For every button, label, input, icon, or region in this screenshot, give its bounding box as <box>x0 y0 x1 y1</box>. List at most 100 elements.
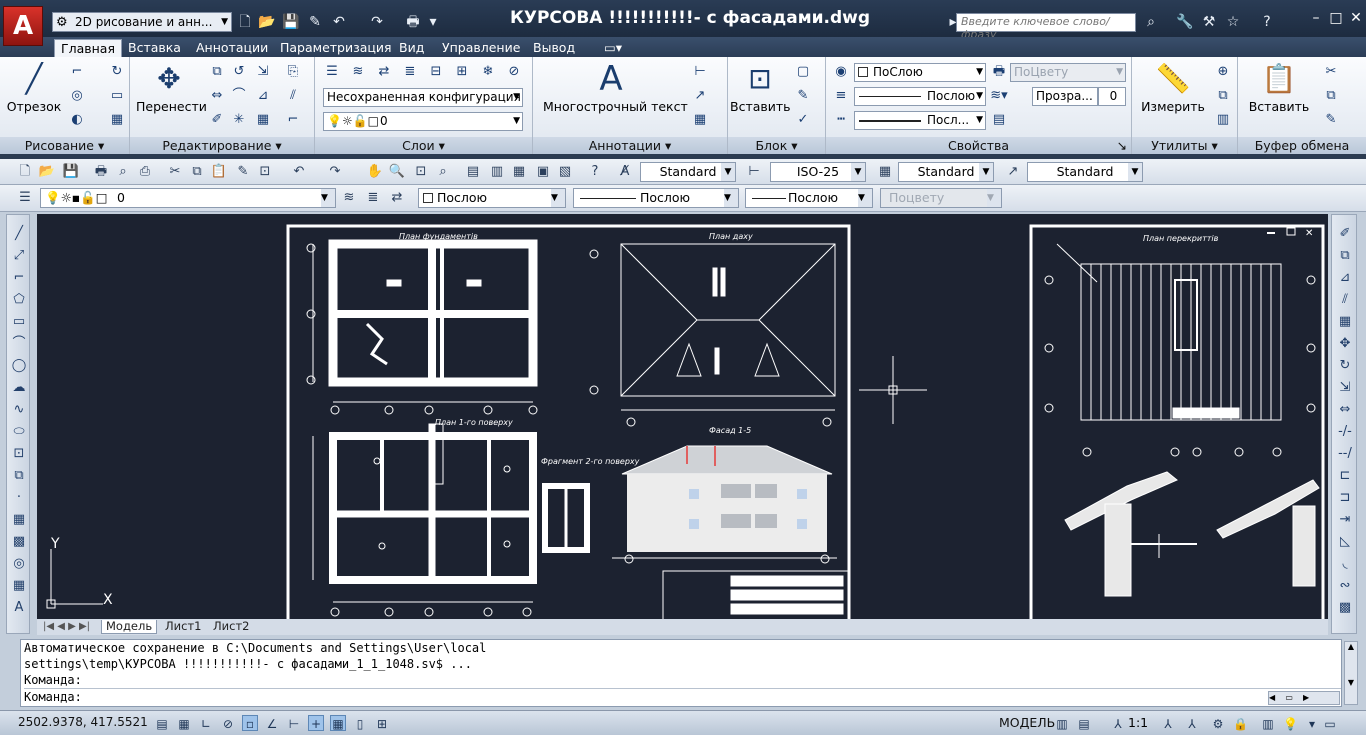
coordinates-readout[interactable]: 2502.9378, 417.5521 <box>18 715 148 729</box>
gradient-tool-icon[interactable]: ▩ <box>10 533 28 551</box>
mtext-button[interactable]: A Многострочный текст <box>543 61 688 114</box>
copy-toolbar-icon[interactable]: ⧉ <box>188 163 206 181</box>
command-history[interactable]: Автоматическое сохранение в C:\Documents… <box>20 639 1342 707</box>
block-panel-title[interactable]: Блок ▾ <box>728 137 825 154</box>
tab-parametric[interactable]: Параметризация <box>274 39 398 57</box>
block-tool-icon[interactable]: ⧉ <box>10 467 28 485</box>
clean-screen-icon[interactable]: ▭ <box>1322 715 1338 731</box>
open-icon[interactable]: 📂 <box>38 163 56 181</box>
model-space-canvas[interactable]: План фундаментів План даху План 1-го пов… <box>37 214 1328 619</box>
layer-manager-icon[interactable]: ☰ <box>16 189 34 207</box>
chamfer-tool-icon[interactable]: ◺ <box>1336 533 1354 551</box>
pan-icon[interactable]: ✋ <box>366 163 384 181</box>
draw-panel-title[interactable]: Рисование ▾ <box>0 137 129 154</box>
save-icon[interactable]: 💾 <box>282 13 300 31</box>
quick-select-icon[interactable]: ⊕ <box>1214 63 1232 81</box>
utilities-panel-title[interactable]: Утилиты ▾ <box>1132 137 1237 154</box>
dim-style-dropdown[interactable]: ISO-25 ▼ <box>770 162 866 182</box>
block-editor-icon[interactable]: ⊡ <box>256 163 274 181</box>
array-tool-icon[interactable]: ▦ <box>1336 313 1354 331</box>
lineweight-toolbar-dropdown[interactable]: Послою ▼ <box>745 188 873 208</box>
application-menu-button[interactable]: A <box>3 6 43 46</box>
layer-state-dropdown[interactable]: Несохраненная конфигурация ▼ <box>323 88 523 107</box>
lineweight-dropdown[interactable]: Посл... ▼ <box>854 111 986 130</box>
zoom-realtime-icon[interactable]: 🔍 <box>388 163 406 181</box>
tab-manage[interactable]: Управление <box>436 39 526 57</box>
mirror-tool-icon[interactable]: ⊿ <box>1336 269 1354 287</box>
annotation-visibility-icon[interactable]: ⅄ <box>1160 715 1176 731</box>
annotation-scale-icon[interactable]: ⅄ <box>1110 715 1126 731</box>
command-scrollbar[interactable]: ▲ ▼ <box>1344 641 1358 705</box>
trim-tool-icon[interactable]: -/- <box>1336 423 1354 441</box>
match-icon[interactable]: ✎ <box>1322 111 1340 129</box>
make-current-icon[interactable]: ≋ <box>340 189 358 207</box>
array-icon[interactable]: ▦ <box>254 111 272 129</box>
polyline-tool-icon[interactable]: ⌐ <box>10 269 28 287</box>
table-style-dropdown[interactable]: Standard ▼ <box>898 162 994 182</box>
copy-clip-icon[interactable]: ⧉ <box>1322 87 1340 105</box>
layer-freeze-icon[interactable]: ❄ <box>479 63 497 81</box>
binoculars-icon[interactable]: ⌕ <box>1142 13 1160 31</box>
design-center-icon[interactable]: ▥ <box>488 163 506 181</box>
hatch-tool-icon[interactable]: ▦ <box>10 511 28 529</box>
undo-icon[interactable]: ↶ <box>330 13 348 31</box>
insert-tool-icon[interactable]: ⊡ <box>10 445 28 463</box>
polyline-icon[interactable]: ⌐ <box>68 63 86 81</box>
infer-constraints-icon[interactable]: ▤ <box>154 715 170 731</box>
multileader-icon[interactable]: ↗ <box>691 87 709 105</box>
paste-button[interactable]: 📋 Вставить <box>1242 61 1316 114</box>
stretch-tool-icon[interactable]: ⇔ <box>1336 401 1354 419</box>
create-block-icon[interactable]: ▢ <box>794 63 812 81</box>
color-toolbar-dropdown[interactable]: Послою ▼ <box>418 188 566 208</box>
layer-previous-toolbar-icon[interactable]: ≣ <box>364 189 382 207</box>
tab-insert[interactable]: Вставка <box>122 39 187 57</box>
erase-tool-icon[interactable]: ✐ <box>1336 225 1354 243</box>
markup-icon[interactable]: ▧ <box>556 163 574 181</box>
new-icon[interactable]: 🗋 <box>16 163 34 181</box>
rectangle-tool-icon[interactable]: ▭ <box>10 313 28 331</box>
model-space-label[interactable]: МОДЕЛЬ <box>999 715 1055 730</box>
chamfer-icon[interactable]: ⌐ <box>284 111 302 129</box>
transparency-dropdown[interactable]: Прозра... <box>1032 87 1098 106</box>
ellipse-icon[interactable]: ◐ <box>68 111 86 129</box>
quick-access-dropdown-icon[interactable]: ▾ <box>424 13 442 31</box>
move-tool-icon[interactable]: ✥ <box>1336 335 1354 353</box>
measure-button[interactable]: 📏 Измерить <box>1136 61 1210 114</box>
rectangle-icon[interactable]: ▭ <box>108 87 126 105</box>
copy-tool-icon[interactable]: ⧉ <box>1336 247 1354 265</box>
circle-tool-icon[interactable]: ◯ <box>10 357 28 375</box>
minimize-button[interactable]: – <box>1306 9 1326 27</box>
revcloud-tool-icon[interactable]: ☁ <box>10 379 28 397</box>
plot-icon[interactable]: 🖶 <box>404 13 422 31</box>
lineweight-status-icon[interactable]: ▯ <box>352 715 368 731</box>
snap-mode-icon[interactable]: ▦ <box>176 715 192 731</box>
toolbar-lock-icon[interactable]: 🔒 <box>1232 715 1248 731</box>
copy-icon[interactable]: ⧉ <box>208 63 226 81</box>
properties-panel-title[interactable]: Свойства ↘ <box>826 137 1131 154</box>
annotation-scale-value[interactable]: 1:1 <box>1128 715 1148 730</box>
layer-walk-icon[interactable]: ≋▾ <box>990 87 1008 105</box>
command-h-scrollbar[interactable]: ◀ ▭ ▶ <box>1268 691 1340 705</box>
explode-icon[interactable]: ✳ <box>230 111 248 129</box>
rotate-tool-icon[interactable]: ↻ <box>1336 357 1354 375</box>
color-dropdown[interactable]: ПоСлою ▼ <box>854 63 986 82</box>
paste-toolbar-icon[interactable]: 📋 <box>210 163 228 181</box>
isolate-objects-icon[interactable]: 💡 <box>1282 715 1298 731</box>
annotation-panel-title[interactable]: Аннотации ▾ <box>533 137 727 154</box>
publish-icon[interactable]: ⎙ <box>136 163 154 181</box>
tab-annotate[interactable]: Аннотации <box>190 39 274 57</box>
match-properties-toolbar-icon[interactable]: ✎ <box>234 163 252 181</box>
clipboard-panel-title[interactable]: Буфер обмена <box>1238 137 1366 154</box>
cut-icon[interactable]: ✂ <box>1322 63 1340 81</box>
layer-properties-icon[interactable]: ☰ <box>323 63 341 81</box>
tab-layout1[interactable]: Лист1 <box>161 620 205 634</box>
ribbon-toggle-icon[interactable]: ▭▾ <box>598 39 628 57</box>
dynamic-input-icon[interactable]: ▦ <box>330 715 346 731</box>
save-toolbar-icon[interactable]: 💾 <box>62 163 80 181</box>
layer-unisolate-icon[interactable]: ⊞ <box>453 63 471 81</box>
layer-match-toolbar-icon[interactable]: ⇄ <box>388 189 406 207</box>
arc-tool-icon[interactable]: ⌒ <box>10 335 28 353</box>
arc-icon[interactable]: ↻ <box>108 63 126 81</box>
tab-model[interactable]: Модель <box>101 620 158 634</box>
offset-icon[interactable]: ⫽ <box>284 87 302 105</box>
